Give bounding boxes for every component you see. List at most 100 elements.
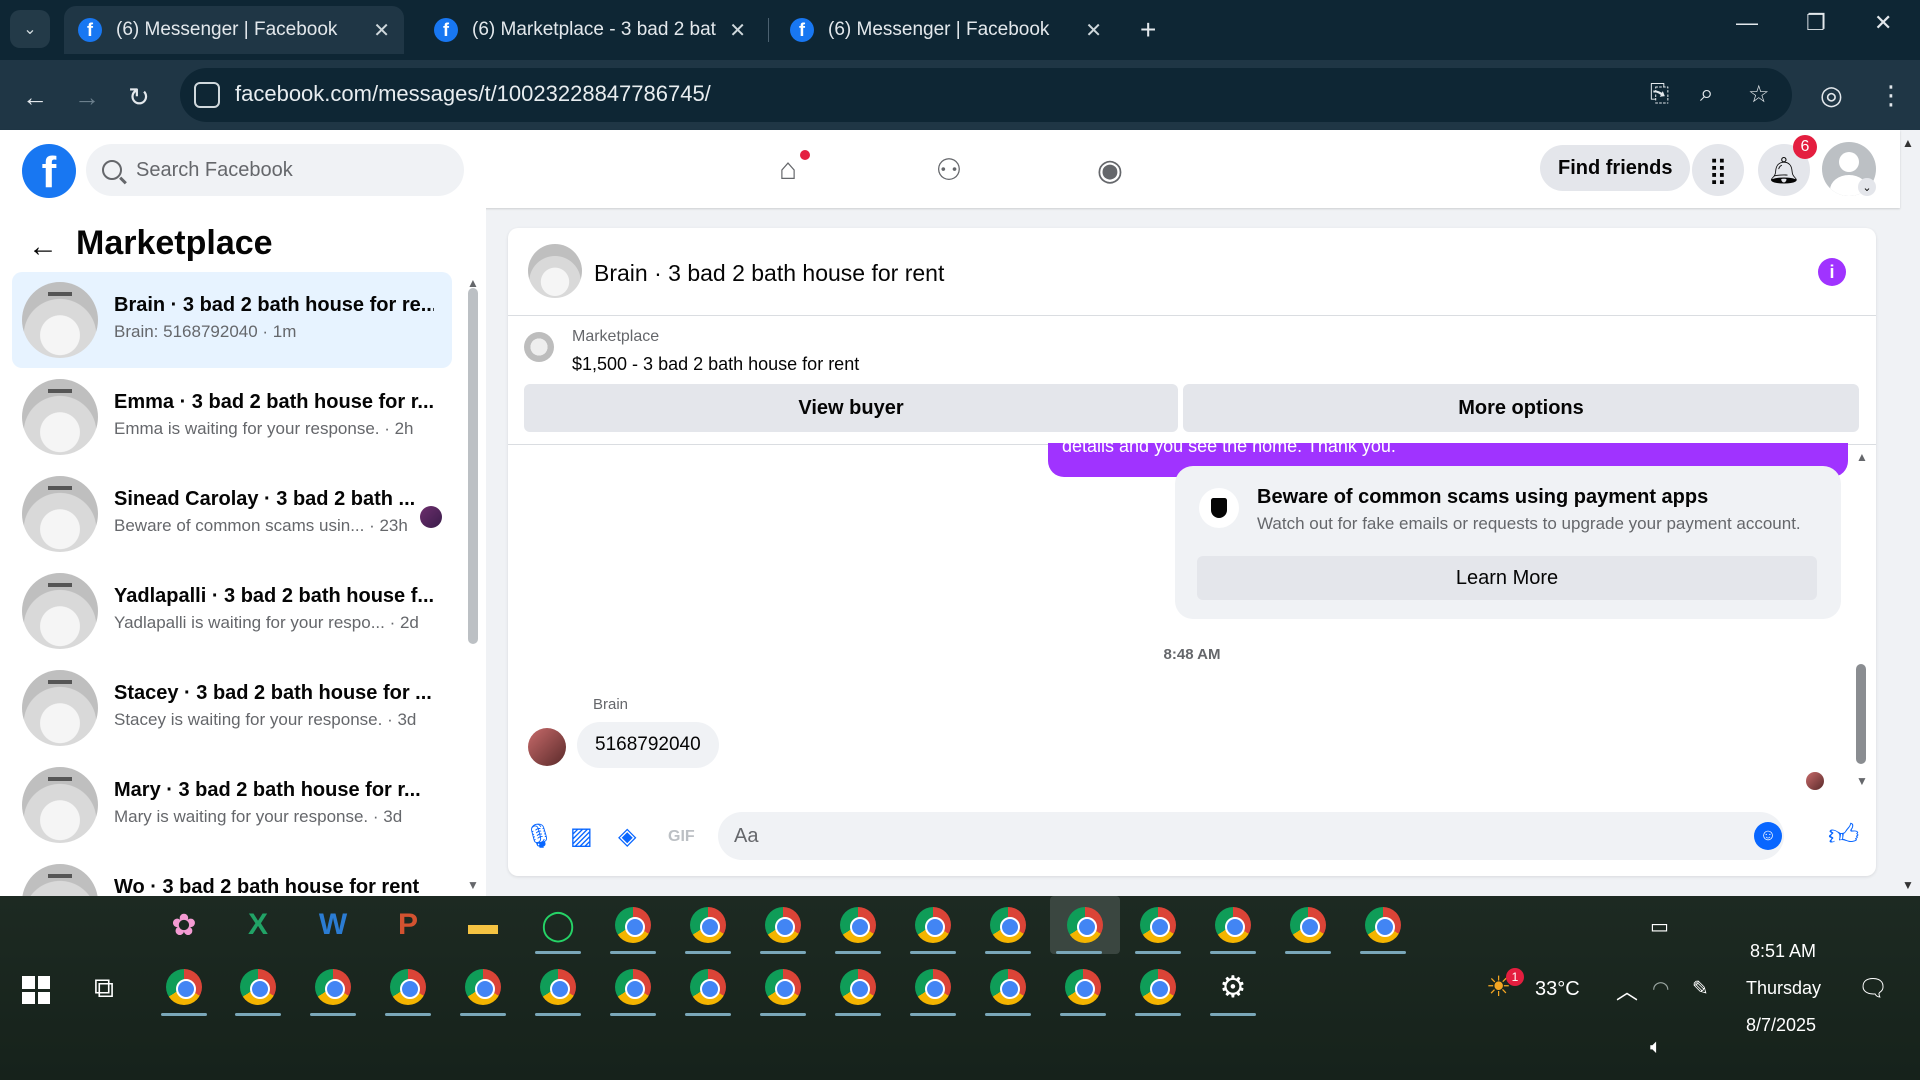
sidebar-scrollbar[interactable] [468, 288, 478, 644]
windows-start-icon[interactable] [22, 976, 50, 1004]
close-tab-icon[interactable]: ✕ [729, 18, 746, 43]
clock-time[interactable]: 8:51 AM [1750, 941, 1816, 962]
tray-chevron-up-icon[interactable]: ︿ [1616, 974, 1638, 1006]
site-info-icon[interactable] [194, 82, 220, 108]
chrome-window[interactable] [1279, 896, 1337, 954]
minimize-button[interactable]: — [1736, 10, 1758, 36]
chrome-window[interactable] [1354, 896, 1412, 954]
close-tab-icon[interactable]: ✕ [373, 18, 390, 43]
conversation-item[interactable]: Sinead Carolay · 3 bad 2 bath ... Beware… [12, 466, 452, 562]
chat-avatar[interactable] [528, 244, 582, 298]
chrome-window[interactable] [754, 896, 812, 954]
thumbs-up-icon[interactable]: 👍︎ [1828, 818, 1859, 854]
chrome-window[interactable] [454, 958, 512, 1016]
search-facebook-input[interactable]: Search Facebook [86, 144, 464, 196]
groups-icon[interactable]: ◉ [1090, 150, 1130, 190]
file-explorer-app[interactable]: ▬ [454, 896, 512, 954]
clock-day[interactable]: Thursday [1746, 978, 1821, 999]
chrome-window[interactable] [304, 958, 362, 1016]
message-input[interactable] [734, 812, 1714, 860]
powerpoint-app[interactable]: P [379, 896, 437, 954]
find-friends-button[interactable]: Find friends [1540, 145, 1691, 191]
profile-icon[interactable]: ◎ [1820, 80, 1843, 111]
conversation-item[interactable]: Mary · 3 bad 2 bath house for r... Mary … [12, 757, 452, 853]
zoom-icon[interactable]: ⌕ [1700, 80, 1713, 108]
scroll-down-arrow[interactable]: ▼ [467, 878, 479, 892]
chrome-window-active[interactable] [1050, 896, 1120, 954]
chrome-window[interactable] [155, 958, 213, 1016]
more-options-button[interactable]: More options [1183, 384, 1859, 432]
chrome-window[interactable] [829, 896, 887, 954]
wifi-icon[interactable]: ◠ [1652, 976, 1669, 1001]
chrome-window[interactable] [679, 958, 737, 1016]
facebook-logo[interactable]: f [22, 144, 76, 198]
browser-tab-2[interactable]: f (6) Marketplace - 3 bad 2 bath h ✕ [420, 6, 760, 54]
conversation-item[interactable]: Yadlapalli · 3 bad 2 bath house f... Yad… [12, 563, 452, 659]
info-icon[interactable]: i [1818, 258, 1846, 286]
page-scroll-down-arrow[interactable]: ▼ [1902, 878, 1914, 892]
chrome-window[interactable] [1129, 896, 1187, 954]
chrome-window[interactable] [1054, 958, 1112, 1016]
install-app-icon[interactable]: ⎘ [1650, 80, 1669, 108]
excel-app[interactable]: X [229, 896, 287, 954]
mic-icon[interactable]: 🎙︎ [524, 822, 554, 851]
copilot-app[interactable]: ✿ [155, 896, 213, 954]
chrome-window[interactable] [979, 896, 1037, 954]
tab-search-button[interactable]: ⌄ [10, 10, 50, 48]
address-bar[interactable]: facebook.com/messages/t/1002322884778674… [180, 68, 1792, 122]
listing-price-title[interactable]: $1,500 - 3 bad 2 bath house for rent [572, 354, 859, 375]
settings-app[interactable]: ⚙ [1204, 958, 1262, 1016]
new-tab-button[interactable]: + [1140, 14, 1156, 46]
clock-date[interactable]: 8/7/2025 [1746, 1015, 1816, 1036]
received-message-bubble[interactable]: 5168792040 [577, 722, 719, 768]
back-button[interactable]: ← [22, 82, 48, 113]
back-arrow-icon[interactable]: ← [28, 230, 58, 264]
tablet-mode-icon[interactable]: ▭ [1650, 914, 1669, 939]
reload-button[interactable]: ↻ [128, 82, 150, 113]
chat-title[interactable]: Brain · 3 bad 2 bath house for rent [594, 260, 944, 287]
restore-button[interactable]: ❐ [1806, 10, 1826, 36]
chat-scrollbar[interactable] [1856, 664, 1866, 764]
browser-tab-1[interactable]: f (6) Messenger | Facebook ✕ [64, 6, 404, 54]
chrome-window[interactable] [679, 896, 737, 954]
chrome-window[interactable] [529, 958, 587, 1016]
word-app[interactable]: W [304, 896, 362, 954]
page-scroll-up-arrow[interactable]: ▲ [1902, 136, 1914, 150]
scroll-down-arrow[interactable]: ▼ [1856, 774, 1868, 788]
chrome-window[interactable] [829, 958, 887, 1016]
chrome-window[interactable] [904, 958, 962, 1016]
view-buyer-button[interactable]: View buyer [524, 384, 1178, 432]
sticker-icon[interactable]: ◈ [618, 822, 636, 851]
chrome-window[interactable] [604, 896, 662, 954]
scroll-up-arrow[interactable]: ▲ [1856, 450, 1868, 464]
notification-center-icon[interactable]: 🗨︎ [1858, 974, 1888, 1003]
chrome-window[interactable] [1129, 958, 1187, 1016]
chrome-window[interactable] [604, 958, 662, 1016]
bookmark-star-icon[interactable]: ☆ [1748, 80, 1770, 109]
close-window-button[interactable]: ✕ [1874, 10, 1892, 36]
conversation-item[interactable]: Wo · 3 bad 2 bath house for rent [12, 854, 452, 896]
url-text[interactable]: facebook.com/messages/t/1002322884778674… [235, 81, 711, 107]
emoji-icon[interactable]: ☺ [1754, 822, 1782, 850]
photo-icon[interactable]: ▨ [570, 822, 593, 851]
chrome-window[interactable] [379, 958, 437, 1016]
close-tab-icon[interactable]: ✕ [1085, 18, 1102, 43]
chevron-down-icon[interactable]: ⌄ [1858, 178, 1876, 196]
learn-more-button[interactable]: Learn More [1197, 556, 1817, 600]
conversation-item[interactable]: Emma · 3 bad 2 bath house for r... Emma … [12, 369, 452, 465]
pen-icon[interactable]: ✎ [1692, 976, 1709, 1001]
menu-grid-icon[interactable]: ⣿ [1692, 144, 1744, 196]
chrome-window[interactable] [904, 896, 962, 954]
conversation-item[interactable]: Stacey · 3 bad 2 bath house for ... Stac… [12, 660, 452, 756]
browser-menu-icon[interactable]: ⋮ [1878, 80, 1904, 111]
whatsapp-app[interactable]: ◯ [529, 896, 587, 954]
chrome-window[interactable] [979, 958, 1037, 1016]
browser-tab-3[interactable]: f (6) Messenger | Facebook ✕ [776, 6, 1116, 54]
weather-temperature[interactable]: 33°C [1535, 978, 1580, 1001]
forward-button[interactable]: → [74, 82, 100, 113]
volume-icon[interactable]: 🔈︎ [1650, 1036, 1662, 1059]
task-view-icon[interactable]: ⧉ [94, 972, 114, 1005]
sender-avatar[interactable] [528, 728, 566, 766]
chrome-window[interactable] [754, 958, 812, 1016]
chrome-window[interactable] [229, 958, 287, 1016]
